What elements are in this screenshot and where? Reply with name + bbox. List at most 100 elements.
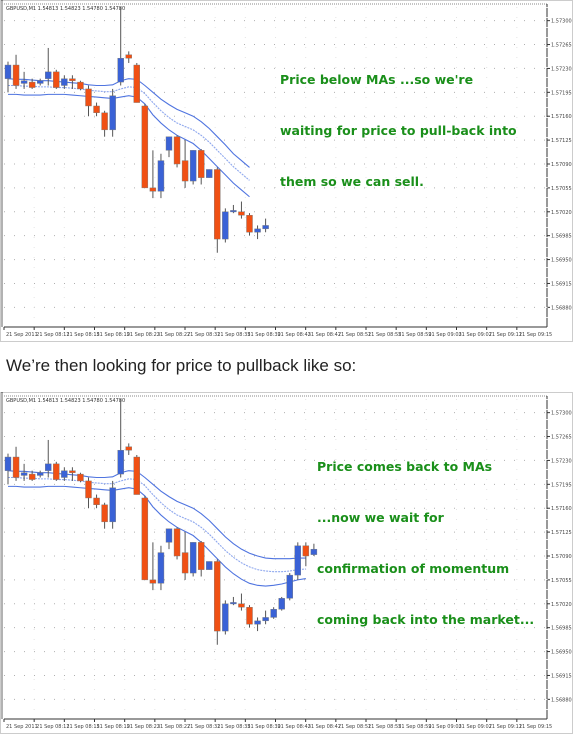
- candle-bull: [165, 528, 173, 543]
- annotation-line: waiting for price to pull-back into: [280, 123, 517, 138]
- candle-bull: [270, 609, 277, 618]
- candle-bull: [61, 470, 68, 478]
- x-tick-label: 21 Sep 08:43: [278, 332, 311, 338]
- y-tick-label: 1.57125: [551, 138, 572, 144]
- candle-bull: [45, 463, 52, 471]
- candle-bull: [294, 545, 301, 576]
- ma-lower-line: [8, 485, 306, 587]
- annotation-line: Price below MAs ...so we're: [280, 72, 474, 87]
- x-tick-label: 21 Sep 08:15: [66, 724, 99, 730]
- x-tick-label: 21 Sep 08:15: [66, 332, 99, 338]
- x-tick-label: 21 Sep 08:47: [308, 332, 341, 338]
- candle-bear: [302, 545, 310, 557]
- candle-bull: [157, 160, 165, 192]
- candle-bear: [133, 64, 141, 103]
- x-tick-label: 21 Sep 08:11: [36, 332, 69, 338]
- candle-bull: [61, 78, 68, 86]
- candle-bear: [53, 71, 60, 88]
- x-tick-label: 21 Sep 08:27: [157, 332, 190, 338]
- candle-bear: [125, 446, 132, 451]
- candle-bear: [181, 160, 189, 182]
- candle-bear: [214, 169, 221, 240]
- x-tick-label: 21 Sep 08:19: [97, 724, 130, 730]
- y-tick-label: 1.57125: [551, 530, 572, 536]
- candle-bear: [53, 463, 60, 480]
- chart-top: 1.57300 1.57265 1.57230 1.57195 1.57160 1.571…: [0, 0, 573, 342]
- candle-bear: [28, 473, 36, 480]
- candle-bear: [173, 136, 181, 165]
- symbol-header: GBPUSD,M1 1.54813 1.54823 1.54780 1.5478…: [6, 398, 125, 404]
- candle-bear: [77, 81, 84, 90]
- x-tick-label: 21 Sep 09:07: [459, 724, 492, 730]
- ma-upper-line: [7, 470, 306, 560]
- x-tick-label: 21 Sep 08:43: [278, 724, 311, 730]
- y-tick-label: 1.57300: [551, 411, 572, 417]
- y-tick-label: 1.57160: [551, 506, 572, 512]
- x-tick-label: 21 Sep 08:55: [368, 332, 401, 338]
- candle-bull: [254, 620, 261, 625]
- x-tick-label: 21 Sep 08:59: [398, 332, 431, 338]
- candle-bear: [93, 105, 100, 114]
- x-tick-label: 21 Sep 08:39: [247, 332, 280, 338]
- x-tick-label: 21 Sep 08:39: [247, 724, 280, 730]
- candle-bear: [197, 150, 205, 178]
- candle-bull: [206, 561, 213, 570]
- candle-bear: [12, 456, 20, 478]
- candle-bull: [286, 574, 293, 599]
- y-tick-label: 1.57230: [551, 458, 572, 464]
- candle-bear: [69, 78, 76, 81]
- candle-bull: [230, 602, 237, 605]
- y-tick-label: 1.57020: [551, 210, 572, 216]
- x-tick-label: 21 Sep 08:47: [308, 724, 341, 730]
- y-tick-label: 1.56985: [551, 626, 572, 632]
- x-tick-label: 21 Sep 09:15: [519, 724, 552, 730]
- y-tick-label: 1.56985: [551, 234, 572, 240]
- x-tick-label: 21 Sep 08:23: [127, 332, 160, 338]
- y-tick-label: 1.57055: [551, 186, 572, 192]
- candle-bull: [222, 603, 229, 632]
- candle-bear: [141, 105, 149, 189]
- candle-bull: [109, 95, 116, 131]
- x-tick-label: 21 Sep 2011: [6, 724, 38, 730]
- x-tick-label: 21 Sep 08:35: [217, 332, 250, 338]
- candle-bear: [125, 54, 132, 59]
- candle-bull: [37, 472, 44, 476]
- candle-bull: [262, 225, 269, 230]
- candle-bear: [238, 603, 245, 608]
- chart-bottom: 1.57300 1.57265 1.57230 1.57195 1.57160 1.571…: [0, 392, 573, 734]
- y-tick-label: 1.56880: [551, 697, 572, 703]
- candle-bear: [101, 112, 108, 131]
- candle-bull: [20, 80, 28, 84]
- x-tick-label: 21 Sep 08:35: [217, 724, 250, 730]
- candle-bear: [28, 81, 36, 88]
- x-tick-label: 21 Sep 08:59: [398, 724, 431, 730]
- candle-bull: [109, 487, 116, 523]
- x-tick-label: 21 Sep 09:07: [459, 332, 492, 338]
- x-tick-label: 21 Sep 09:03: [428, 724, 461, 730]
- y-tick-label: 1.57090: [551, 162, 572, 168]
- x-tick-label: 21 Sep 09:03: [428, 332, 461, 338]
- x-tick-label: 21 Sep 08:31: [187, 724, 220, 730]
- y-tick-label: 1.57160: [551, 114, 572, 120]
- y-tick-label: 1.57195: [551, 482, 572, 488]
- candle-bear: [12, 64, 20, 86]
- y-tick-label: 1.57300: [551, 19, 572, 25]
- ma-middle-line: [8, 476, 306, 573]
- annotation-line: coming back into the market...: [317, 612, 535, 627]
- symbol-header: GBPUSD,M1 1.54813 1.54823 1.54780 1.5478…: [6, 6, 125, 12]
- y-tick-label: 1.57020: [551, 602, 572, 608]
- candle-bear: [69, 470, 76, 473]
- candle-bull: [165, 136, 173, 151]
- y-tick-label: 1.56950: [551, 650, 572, 656]
- candle-bear: [214, 561, 221, 632]
- candle-bear: [133, 456, 141, 495]
- candle-bear: [246, 606, 253, 625]
- x-tick-label: 21 Sep 09:11: [489, 724, 522, 730]
- candle-bear: [197, 542, 205, 570]
- candle-bear: [93, 497, 100, 506]
- annotation-top: Price below MAs ...so we're waiting for …: [280, 37, 517, 224]
- candle-bear: [181, 552, 189, 574]
- candle-bull: [4, 456, 12, 471]
- candle-bull: [222, 211, 229, 240]
- x-tick-label: 21 Sep 08:19: [97, 332, 130, 338]
